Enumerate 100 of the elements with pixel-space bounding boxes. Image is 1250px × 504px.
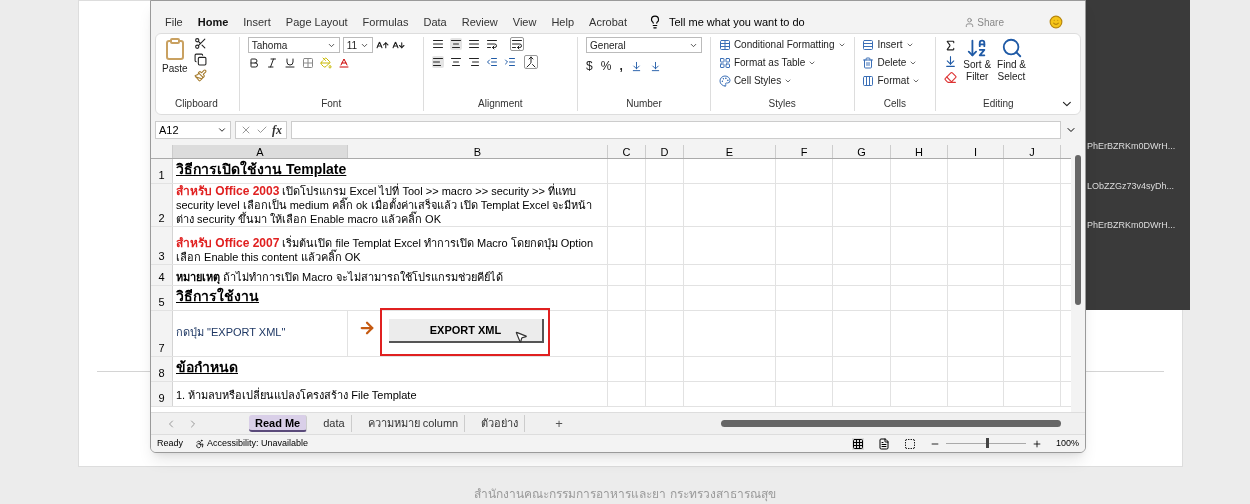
column-header: A: [256, 145, 264, 158]
row-number: 1: [158, 167, 165, 183]
row-number: 7: [158, 340, 165, 356]
cut-icon[interactable]: [193, 37, 207, 50]
increase-decimal-icon[interactable]: [630, 60, 642, 72]
tell-me-search[interactable]: Tell me what you want to do: [668, 13, 805, 31]
styles-icon: [718, 74, 731, 87]
align-left-icon[interactable]: [431, 56, 444, 68]
column-header: I: [973, 145, 978, 158]
ribbon-tab[interactable]: Review: [461, 13, 498, 31]
font-color-icon[interactable]: [337, 57, 350, 69]
sheet-tab[interactable]: ความหมาย column: [361, 415, 466, 432]
align-bottom-icon[interactable]: [467, 38, 480, 50]
align-top-icon[interactable]: [431, 38, 444, 50]
ribbon-tab[interactable]: Acrobat: [589, 13, 627, 31]
wrap-text-icon[interactable]: [509, 37, 524, 51]
export-xml-button[interactable]: EXPORT XML: [389, 319, 544, 344]
ribbon-tab[interactable]: View: [512, 13, 537, 31]
add-sheet-button[interactable]: +: [555, 413, 563, 434]
accessibility-status[interactable]: Accessibility: Unavailable: [207, 436, 309, 451]
cell-text: กดปุ่ม "EXPORT XML": [176, 326, 286, 338]
italic-icon[interactable]: [265, 57, 278, 69]
sort-filter-button[interactable]: Sort & Filter: [963, 37, 992, 84]
border-icon[interactable]: [301, 57, 314, 69]
ribbon-group-label: Number: [626, 97, 662, 111]
horizontal-scrollbar[interactable]: [721, 419, 1061, 428]
column-header: J: [1029, 145, 1035, 158]
column-header: F: [800, 145, 808, 158]
currency-button[interactable]: $: [586, 57, 593, 75]
column-header: C: [622, 145, 631, 158]
styles-menu-button[interactable]: Format as Table: [718, 55, 846, 70]
ribbon-group-label: Cells: [883, 97, 906, 111]
cells-menu-button[interactable]: Format: [862, 73, 928, 88]
styles-menu-button[interactable]: Cell Styles: [718, 73, 846, 88]
ribbon-tab[interactable]: Help: [551, 13, 575, 31]
ribbon-tab[interactable]: Data: [423, 13, 447, 31]
column-header: D: [660, 145, 669, 158]
ribbon-tab[interactable]: Insert: [243, 13, 271, 31]
ribbon-group-label: Font: [321, 97, 342, 111]
panel-item[interactable]: PhErBZRKm0DWrH...: [1087, 219, 1190, 233]
person-icon: [964, 16, 976, 28]
decrease-indent-icon[interactable]: [485, 56, 498, 68]
ribbon-tab[interactable]: File: [165, 13, 183, 31]
number-format-field[interactable]: General: [586, 37, 702, 53]
align-middle-icon[interactable]: [449, 38, 462, 50]
formula-field[interactable]: [291, 121, 1061, 139]
zoom-slider-thumb[interactable]: [985, 438, 989, 448]
panel-item[interactable]: PhErBZRKm0DWrH...: [1087, 140, 1190, 154]
styles-icon: [718, 38, 731, 51]
format-painter-icon[interactable]: [193, 69, 207, 82]
panel-item[interactable]: LObZZGz73v4syDh...: [1087, 179, 1190, 193]
row-number: 9: [158, 390, 165, 406]
ribbon-tab[interactable]: Formulas: [362, 13, 409, 31]
sheet-tab[interactable]: data: [317, 415, 352, 432]
name-box[interactable]: A12: [155, 121, 231, 139]
align-right-icon[interactable]: [467, 56, 480, 68]
vertical-scrollbar[interactable]: [1071, 145, 1085, 412]
sheet-tab[interactable]: ตัวอย่าง: [475, 415, 526, 432]
ribbon-group-label: Alignment: [478, 97, 523, 111]
search-icon: [1000, 37, 1023, 59]
bold-icon[interactable]: [247, 57, 260, 69]
orientation-icon[interactable]: [485, 38, 498, 50]
increase-indent-icon[interactable]: [503, 56, 516, 68]
fill-color-icon[interactable]: [319, 57, 332, 69]
eraser-icon[interactable]: [944, 71, 958, 84]
normal-view-icon[interactable]: [851, 437, 864, 450]
find-select-button[interactable]: Find & Select: [997, 37, 1026, 84]
row-number: 2: [158, 210, 165, 226]
page-layout-icon[interactable]: [877, 437, 890, 450]
zoom-percent[interactable]: 100%: [1055, 436, 1079, 451]
decrease-decimal-icon[interactable]: [649, 60, 661, 72]
font-name-field[interactable]: Tahoma: [247, 37, 340, 53]
ribbon-group-label: Editing: [982, 97, 1014, 111]
insert-function-button[interactable]: fx: [272, 121, 282, 139]
styles-icon: [718, 56, 731, 69]
copy-icon[interactable]: [193, 53, 207, 66]
percent-button[interactable]: %: [600, 57, 612, 75]
zoom-in-icon[interactable]: [1031, 438, 1042, 449]
accessibility-icon: [195, 438, 205, 449]
cancel-icon[interactable]: [240, 124, 252, 136]
ribbon-tab[interactable]: Page Layout: [285, 13, 348, 31]
align-center-icon[interactable]: [449, 56, 462, 68]
styles-menu-button[interactable]: Conditional Formatting: [718, 37, 846, 52]
page-break-icon[interactable]: [903, 437, 916, 450]
cell-text: หมายเหตุ ถ้าไม่ทำการเปิด Macro จะไม่สามารถใช้โปรแกรมช่วยคีย์ได้: [176, 269, 503, 285]
cells-menu-button[interactable]: Delete: [862, 55, 928, 70]
cell-text: 1. ห้ามลบหรือเปลี่ยนแปลงโครงสร้าง File Template: [176, 389, 417, 401]
font-size-field[interactable]: 11: [342, 37, 373, 53]
column-header: H: [915, 145, 923, 158]
cells-menu-button[interactable]: Insert: [862, 37, 928, 52]
fill-icon[interactable]: [944, 55, 958, 68]
row-number: 3: [158, 248, 165, 264]
ribbon-tab[interactable]: Home: [197, 13, 229, 31]
cell-text: สำหรับ Office 2007 เริ่มต้นเปิด file Templat Excel ทำการเปิด Macro โดยกดปุ่ม Option เลือก Enable this content แล้วคลิ๊ก OK: [176, 236, 595, 264]
paste-button[interactable]: Paste: [162, 37, 188, 82]
underline-icon[interactable]: [283, 57, 296, 69]
enter-icon[interactable]: [256, 124, 268, 136]
row-number: 4: [158, 269, 165, 285]
mouse-cursor-icon: [514, 330, 528, 344]
sheet-tab[interactable]: Read Me: [249, 415, 308, 432]
